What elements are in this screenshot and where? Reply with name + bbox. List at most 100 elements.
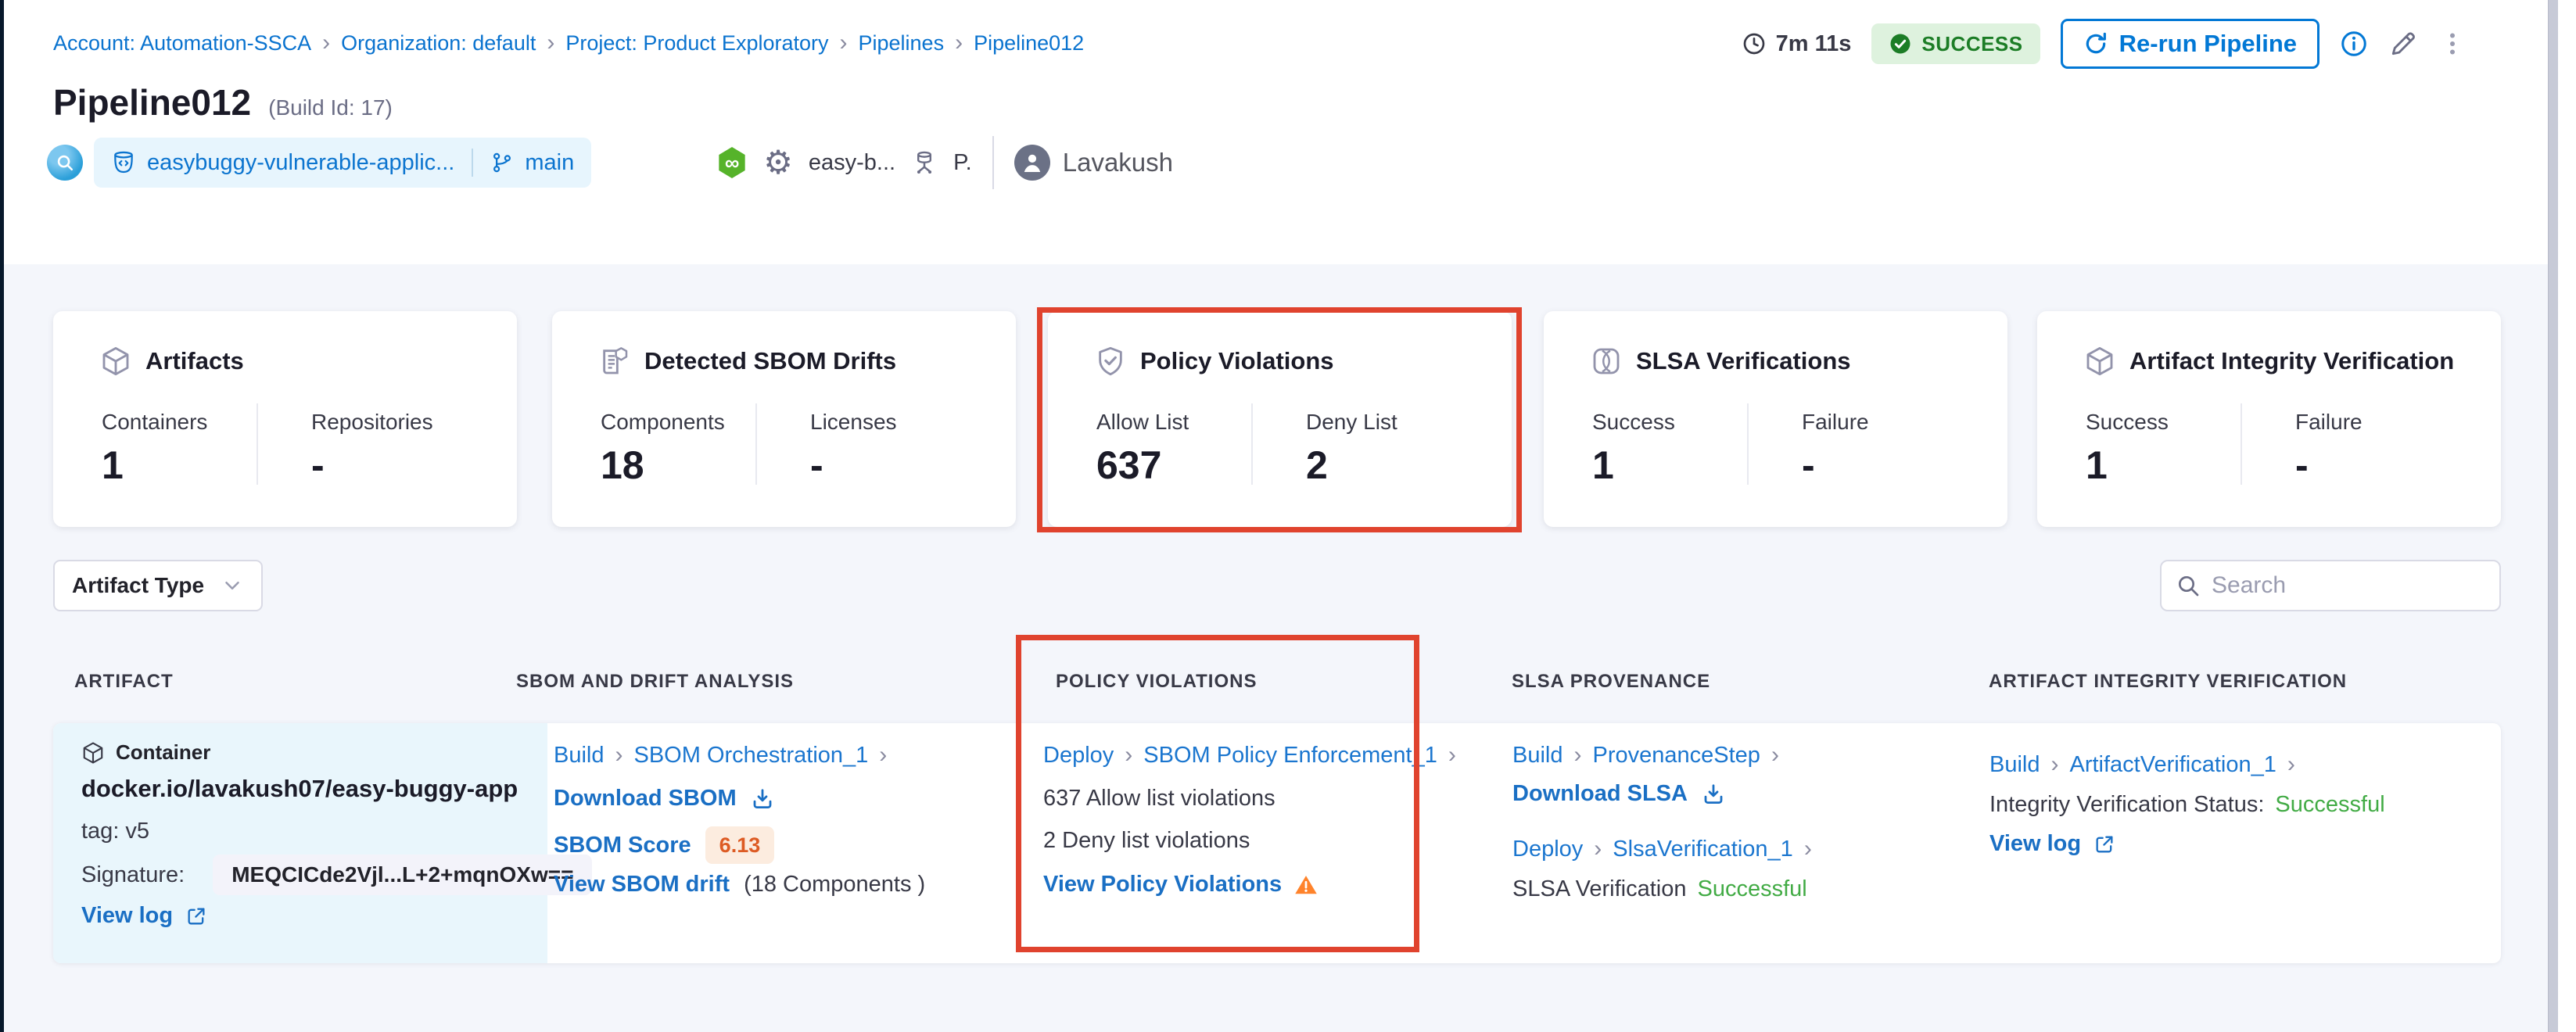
- stat-value: 1: [102, 443, 124, 488]
- stat-value: 1: [2086, 443, 2108, 488]
- chevron-right-icon: ›: [536, 30, 565, 56]
- stat-divider: [257, 403, 258, 485]
- col-header-policy: POLICY VIOLATIONS: [1056, 671, 1257, 693]
- chevron-right-icon: ›: [1114, 742, 1143, 769]
- gear-icon: ⚙: [763, 146, 793, 179]
- repo-row: easybuggy-vulnerable-applic... main ∞ ⚙ …: [47, 134, 1173, 191]
- card-artifact-integrity: Artifact Integrity Verification Success …: [2037, 311, 2501, 527]
- sbom-score-badge: 6.13: [705, 826, 775, 864]
- stat-value: 18: [601, 443, 644, 488]
- chevron-right-icon: ›: [2276, 751, 2306, 778]
- stat-label: Containers: [102, 410, 207, 435]
- sbom-score-row[interactable]: SBOM Score 6.13: [554, 826, 774, 864]
- repo-pill[interactable]: easybuggy-vulnerable-applic... main: [94, 138, 591, 188]
- status-successful: Successful: [1697, 876, 1806, 902]
- cube-icon: [81, 741, 105, 765]
- magnifier-glyph: [54, 152, 76, 174]
- stage-link[interactable]: Build: [554, 743, 605, 769]
- webhook-trigger-icon: ∞: [716, 145, 748, 180]
- breadcrumb-pipelines[interactable]: Pipelines: [859, 31, 945, 56]
- pill-divider: [472, 149, 473, 177]
- col-header-sbom: SBOM AND DRIFT ANALYSIS: [516, 671, 794, 693]
- integrity-view-log[interactable]: View log: [1989, 831, 2115, 857]
- edit-pencil-icon[interactable]: [2388, 29, 2418, 59]
- chevron-right-icon: ›: [2040, 751, 2070, 778]
- chevron-right-icon: ›: [1760, 742, 1790, 769]
- chevron-right-icon: ›: [1583, 836, 1613, 862]
- external-link-icon: [2093, 833, 2115, 855]
- shield-check-icon: [1095, 346, 1126, 377]
- deny-list-violations: 2 Deny list violations: [1043, 828, 1250, 854]
- artifact-tag: tag: v5: [81, 819, 149, 844]
- chevron-right-icon: ›: [605, 742, 634, 769]
- card-title: Artifacts: [145, 347, 244, 375]
- step-link[interactable]: SlsaVerification_1: [1613, 837, 1793, 862]
- stat-divider: [1251, 403, 1253, 485]
- search-box: [2160, 560, 2501, 611]
- col-header-slsa: SLSA PROVENANCE: [1512, 671, 1710, 693]
- stat-value: 1: [1592, 443, 1614, 488]
- breadcrumb-organization[interactable]: Organization: default: [341, 31, 536, 56]
- breadcrumb-pipeline012[interactable]: Pipeline012: [974, 31, 1084, 56]
- chevron-right-icon: ›: [868, 742, 898, 769]
- infrastructure-icon: [911, 149, 938, 176]
- search-input[interactable]: [2212, 572, 2477, 599]
- stat-label: Success: [2086, 410, 2169, 435]
- info-icon[interactable]: [2340, 30, 2368, 58]
- slsa-verification-status: SLSA Verification Successful: [1512, 876, 1807, 902]
- stage-link[interactable]: Deploy: [1043, 743, 1114, 769]
- page-title-row: Pipeline012 (Build Id: 17): [53, 81, 393, 124]
- repo-name[interactable]: easybuggy-vulnerable-applic...: [147, 150, 454, 176]
- breadcrumb-account[interactable]: Account: Automation-SSCA: [53, 31, 311, 56]
- download-sbom[interactable]: Download SBOM: [554, 786, 774, 812]
- artifact-view-log[interactable]: View log: [81, 903, 207, 929]
- download-slsa[interactable]: Download SLSA: [1512, 781, 1725, 807]
- external-link-icon: [185, 905, 207, 927]
- trigger-name[interactable]: easy-b...: [809, 150, 895, 176]
- stat-divider: [2241, 403, 2242, 485]
- refresh-icon: [2083, 31, 2108, 56]
- stat-value: -: [2295, 443, 2309, 488]
- integrity-step-breadcrumb: Build › ArtifactVerification_1 ›: [1989, 751, 2306, 778]
- stat-label: Deny List: [1306, 410, 1397, 435]
- vertical-scrollbar[interactable]: [2548, 0, 2558, 1032]
- stage-link[interactable]: Build: [1512, 743, 1563, 769]
- step-link[interactable]: SBOM Policy Enforcement_1: [1143, 743, 1437, 769]
- stat-divider: [1747, 403, 1749, 485]
- allow-list-violations: 637 Allow list violations: [1043, 786, 1275, 812]
- page-title: Pipeline012: [53, 81, 251, 124]
- artifact-type-dropdown[interactable]: Artifact Type: [53, 560, 263, 611]
- breadcrumb: Account: Automation-SSCA › Organization:…: [53, 30, 1084, 56]
- step-link[interactable]: ArtifactVerification_1: [2070, 752, 2276, 778]
- stat-value: -: [810, 443, 823, 488]
- stat-value: -: [1802, 443, 1815, 488]
- stat-divider: [755, 403, 757, 485]
- stage-link[interactable]: Build: [1989, 752, 2040, 778]
- rerun-pipeline-button[interactable]: Re-run Pipeline: [2061, 19, 2319, 69]
- page-header: Account: Automation-SSCA › Organization:…: [4, 0, 2548, 197]
- view-sbom-drift[interactable]: View SBOM drift (18 Components ): [554, 872, 925, 898]
- stat-value: 637: [1096, 443, 1161, 488]
- drift-components-note: (18 Components ): [744, 872, 925, 898]
- policy-step-breadcrumb: Deploy › SBOM Policy Enforcement_1 ›: [1043, 742, 1467, 769]
- cube-icon: [2084, 346, 2115, 377]
- stat-label: Repositories: [311, 410, 433, 435]
- build-id: (Build Id: 17): [268, 95, 393, 120]
- card-title: Artifact Integrity Verification: [2129, 347, 2454, 375]
- repository-icon: [111, 150, 136, 175]
- view-policy-violations[interactable]: View Policy Violations: [1043, 872, 1318, 898]
- trigger-group: ∞ ⚙ easy-b... P.: [716, 145, 972, 180]
- run-meta: 7m 11s SUCCESS Re-run Pipeline: [1742, 19, 2467, 69]
- breadcrumb-project[interactable]: Project: Product Exploratory: [565, 31, 828, 56]
- stage-link[interactable]: Deploy: [1512, 837, 1583, 862]
- step-link[interactable]: ProvenanceStep: [1593, 743, 1760, 769]
- stat-label: Failure: [2295, 410, 2363, 435]
- branch-name[interactable]: main: [525, 150, 574, 176]
- artifact-image-name: docker.io/lavakush07/easy-buggy-app: [81, 775, 518, 803]
- kebab-menu-icon[interactable]: [2438, 30, 2467, 58]
- search-icon: [2176, 573, 2201, 598]
- step-link[interactable]: SBOM Orchestration_1: [634, 743, 869, 769]
- integrity-status: Integrity Verification Status: Successfu…: [1989, 792, 2385, 818]
- stat-value: -: [311, 443, 325, 488]
- col-header-artifact: ARTIFACT: [74, 671, 174, 693]
